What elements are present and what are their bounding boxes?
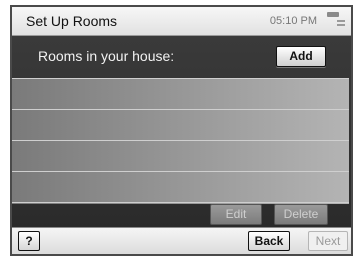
menu-line <box>337 24 345 26</box>
help-button[interactable]: ? <box>18 231 40 251</box>
edit-room-button[interactable]: Edit <box>210 204 262 225</box>
rooms-label: Rooms in your house: <box>38 48 175 64</box>
page-title: Set Up Rooms <box>26 13 118 29</box>
menu-icon[interactable] <box>323 10 345 30</box>
list-row-divider <box>12 171 349 172</box>
list-row-divider <box>12 109 349 110</box>
list-row-divider <box>12 78 349 79</box>
menu-line <box>337 20 345 22</box>
clock: 05:10 PM <box>269 15 317 27</box>
footer-bar: ? Back Next <box>12 227 351 254</box>
delete-room-button[interactable]: Delete <box>274 204 328 225</box>
rooms-list[interactable] <box>12 78 349 204</box>
add-room-button[interactable]: Add <box>276 46 326 67</box>
title-bar: Set Up Rooms 05:10 PM <box>12 7 351 36</box>
next-button[interactable]: Next <box>308 231 348 251</box>
list-row-divider <box>12 140 349 141</box>
rooms-panel: Rooms in your house: Add Edit Delete <box>12 36 351 232</box>
list-row-divider <box>12 202 349 203</box>
setup-rooms-window: Set Up Rooms 05:10 PM Rooms in your hous… <box>10 5 353 256</box>
back-button[interactable]: Back <box>248 231 290 251</box>
menu-tab-shape <box>327 12 339 17</box>
